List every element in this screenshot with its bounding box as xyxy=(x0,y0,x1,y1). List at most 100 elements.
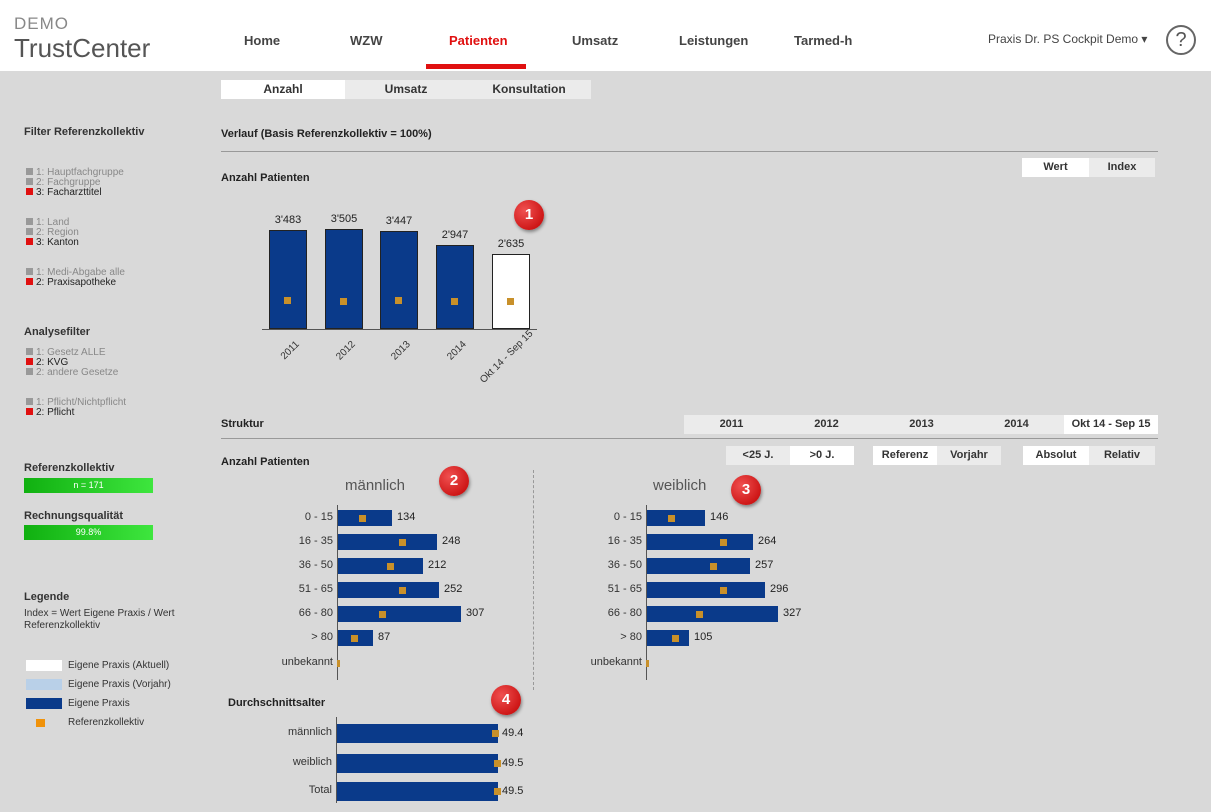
verlauf-bar[interactable] xyxy=(269,230,307,329)
wert-button[interactable]: Wert xyxy=(1022,158,1089,177)
female-ref-marker xyxy=(696,611,703,618)
male-ref-marker xyxy=(351,635,358,642)
year-2012-tab[interactable]: 2012 xyxy=(779,415,874,434)
referenz-button[interactable]: Referenz xyxy=(873,446,937,465)
weiblich-title: weiblich xyxy=(653,477,707,494)
verlauf-title: Verlauf (Basis Referenzkollektiv = 100%) xyxy=(221,128,432,140)
verlauf-ref-marker xyxy=(507,298,514,305)
age-under25-button[interactable]: <25 J. xyxy=(726,446,790,465)
male-row-label: 66 - 80 xyxy=(298,607,333,619)
filter-item[interactable]: 2: Praxisapotheke xyxy=(26,277,116,288)
filter-checkbox-icon[interactable] xyxy=(26,408,33,415)
filter-checkbox-icon[interactable] xyxy=(26,268,33,275)
verlauf-bar[interactable] xyxy=(325,229,363,329)
female-bar-value: 264 xyxy=(758,535,777,547)
practice-dropdown[interactable]: Praxis Dr. PS Cockpit Demo ▾ xyxy=(988,32,1147,46)
index-button[interactable]: Index xyxy=(1089,158,1155,177)
analyse-filter-item[interactable]: 2: andere Gesetze xyxy=(26,367,118,378)
relativ-button[interactable]: Relativ xyxy=(1089,446,1155,465)
verlauf-bar-value: 2'947 xyxy=(441,229,469,241)
filter-checkbox-icon[interactable] xyxy=(26,398,33,405)
quality-title: Rechnungsqualität xyxy=(24,510,124,522)
female-row-label: 51 - 65 xyxy=(607,583,642,595)
female-bar[interactable] xyxy=(647,606,778,622)
female-bar[interactable] xyxy=(647,558,750,574)
female-bar[interactable] xyxy=(647,582,765,598)
male-bar-value: 252 xyxy=(444,583,463,595)
filter-label: 3: Kanton xyxy=(36,237,79,248)
filter-checkbox-icon[interactable] xyxy=(26,228,33,235)
filter-checkbox-icon[interactable] xyxy=(26,178,33,185)
female-ref-marker xyxy=(646,660,649,667)
year-2014-tab[interactable]: 2014 xyxy=(969,415,1064,434)
avg-bar-value: 49.4 xyxy=(502,727,524,739)
year-2011-tab[interactable]: 2011 xyxy=(684,415,779,434)
male-bar[interactable] xyxy=(338,582,439,598)
female-row-label: 66 - 80 xyxy=(607,607,642,619)
subtab-konsultation[interactable]: Konsultation xyxy=(467,80,591,99)
year-okt14-sep15-tab[interactable]: Okt 14 - Sep 15 xyxy=(1064,415,1158,434)
legend-swatch xyxy=(36,719,45,727)
verlauf-bar-value: 3'447 xyxy=(385,215,413,227)
active-nav-indicator xyxy=(426,64,526,69)
nav-home[interactable]: Home xyxy=(244,33,280,48)
female-row-label: 16 - 35 xyxy=(607,535,642,547)
analyse-filter-item[interactable]: 2: Pflicht xyxy=(26,407,74,418)
brand-logo-text[interactable]: TrustCenter xyxy=(14,33,150,64)
male-bar-value: 307 xyxy=(466,607,485,619)
age-over0-button[interactable]: >0 J. xyxy=(790,446,854,465)
divider-verlauf xyxy=(221,151,1158,152)
avg-bar-value: 49.5 xyxy=(502,785,524,797)
female-bar[interactable] xyxy=(647,534,753,550)
vorjahr-button[interactable]: Vorjahr xyxy=(937,446,1001,465)
verlauf-bar[interactable] xyxy=(380,231,418,329)
filter-checkbox-icon[interactable] xyxy=(26,278,33,285)
avg-bar[interactable] xyxy=(337,724,498,743)
verlauf-ref-marker xyxy=(451,298,458,305)
female-ref-marker xyxy=(668,515,675,522)
avg-row-label: weiblich xyxy=(292,756,332,768)
female-bar-value: 146 xyxy=(710,511,729,523)
struktur-subtitle: Anzahl Patienten xyxy=(221,456,310,468)
male-bar[interactable] xyxy=(338,606,461,622)
brand-demo-label: DEMO xyxy=(14,14,69,33)
avg-bar[interactable] xyxy=(337,754,498,773)
filter-checkbox-icon[interactable] xyxy=(26,168,33,175)
verlauf-bar[interactable] xyxy=(436,245,474,329)
nav-patienten[interactable]: Patienten xyxy=(449,33,508,48)
verlauf-ref-marker xyxy=(284,297,291,304)
legend-swatch xyxy=(26,679,62,690)
nav-tarmed-h[interactable]: Tarmed-h xyxy=(794,33,852,48)
header-bar: DEMO TrustCenter Home WZW Patienten Umsa… xyxy=(0,0,1211,71)
legend-label: Eigene Praxis xyxy=(68,698,130,709)
male-bar[interactable] xyxy=(338,534,437,550)
verlauf-x-tick: 2014 xyxy=(445,339,469,363)
nav-wzw[interactable]: WZW xyxy=(350,33,382,48)
help-icon[interactable]: ? xyxy=(1166,25,1196,55)
female-bar[interactable] xyxy=(647,630,689,646)
subtab-umsatz[interactable]: Umsatz xyxy=(345,80,467,99)
filter-checkbox-icon[interactable] xyxy=(26,358,33,365)
female-bar-value: 327 xyxy=(783,607,802,619)
year-2013-tab[interactable]: 2013 xyxy=(874,415,969,434)
filter-item[interactable]: 3: Kanton xyxy=(26,237,79,248)
filter-checkbox-icon[interactable] xyxy=(26,238,33,245)
filter-checkbox-icon[interactable] xyxy=(26,218,33,225)
filter-checkbox-icon[interactable] xyxy=(26,348,33,355)
anzahl-title: Anzahl Patienten xyxy=(221,172,310,184)
avg-bar[interactable] xyxy=(337,782,498,801)
male-bar[interactable] xyxy=(338,558,423,574)
verlauf-bar[interactable] xyxy=(492,254,530,329)
nav-leistungen[interactable]: Leistungen xyxy=(679,33,748,48)
absolut-button[interactable]: Absolut xyxy=(1023,446,1089,465)
male-bar-value: 212 xyxy=(428,559,447,571)
nav-umsatz[interactable]: Umsatz xyxy=(572,33,618,48)
quality-bar: 99.8% xyxy=(24,525,153,540)
subtab-anzahl[interactable]: Anzahl xyxy=(221,80,345,99)
filter-checkbox-icon[interactable] xyxy=(26,188,33,195)
divider-struktur xyxy=(221,438,1158,439)
filter-item[interactable]: 3: Facharzttitel xyxy=(26,187,102,198)
legend-swatch xyxy=(26,698,62,709)
filter-checkbox-icon[interactable] xyxy=(26,368,33,375)
female-bar[interactable] xyxy=(647,510,705,526)
